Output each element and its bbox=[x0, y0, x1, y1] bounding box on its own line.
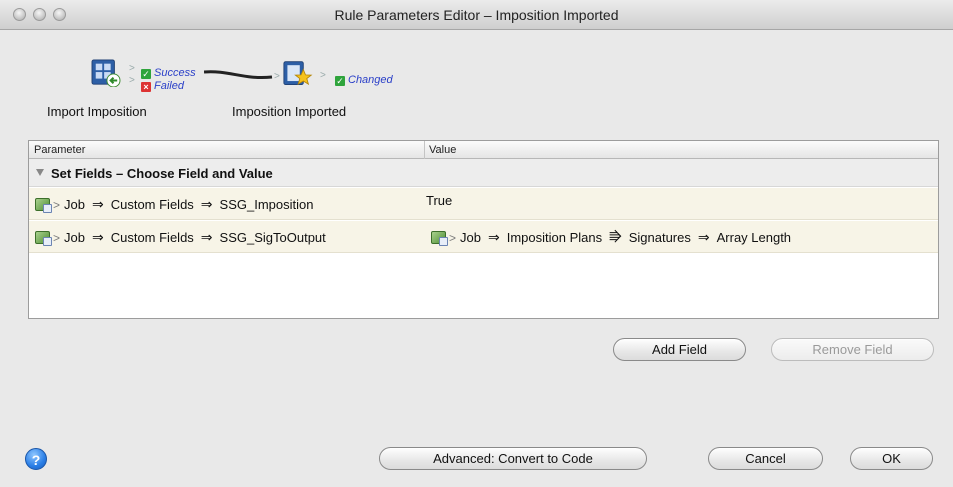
group-row-set-fields[interactable]: Set Fields – Choose Field and Value bbox=[29, 159, 938, 187]
flow-connector-line bbox=[204, 70, 273, 80]
input-arrow-icon: > bbox=[274, 71, 280, 82]
path-segment: Custom Fields bbox=[110, 197, 194, 212]
convert-to-code-button[interactable]: Advanced: Convert to Code bbox=[379, 447, 647, 470]
chevron-right-icon: > bbox=[53, 231, 61, 245]
node-imposition-imported-label: Imposition Imported bbox=[232, 104, 347, 119]
path-segment: Imposition Plans bbox=[506, 230, 603, 245]
table-row[interactable]: > Job ⇒ Custom Fields ⇒ SSG_Imposition True bbox=[29, 188, 938, 220]
path-segment: Job bbox=[64, 230, 85, 245]
column-header-value[interactable]: Value bbox=[429, 144, 456, 156]
node-import-imposition-label: Import Imposition bbox=[47, 104, 147, 119]
output-changed[interactable]: ✓ Changed bbox=[335, 74, 393, 86]
table-row[interactable]: > Job ⇒ Custom Fields ⇒ SSG_SigToOutput > Job ⇒… bbox=[29, 221, 938, 253]
parameter-cell[interactable]: > Job ⇒ Custom Fields ⇒ SSG_Imposition bbox=[35, 188, 313, 220]
add-field-button[interactable]: Add Field bbox=[613, 338, 746, 361]
table-header: Parameter Value bbox=[29, 141, 938, 159]
remove-field-button[interactable]: Remove Field bbox=[771, 338, 934, 361]
column-divider[interactable] bbox=[424, 141, 425, 159]
cancel-button[interactable]: Cancel bbox=[708, 447, 823, 470]
output-arrow-icon: > bbox=[129, 75, 135, 86]
path-segment: Custom Fields bbox=[110, 230, 194, 245]
parameter-table: Parameter Value Set Fields – Choose Fiel… bbox=[28, 140, 939, 319]
field-path-icon bbox=[35, 198, 52, 213]
column-header-parameter[interactable]: Parameter bbox=[34, 144, 85, 156]
array-arrow-icon: ⭆ bbox=[609, 229, 622, 245]
failed-x-icon: × bbox=[141, 82, 151, 92]
rule-flow-chain: > > ✓ Success × Failed > > ✓ Changed Import… bbox=[0, 30, 953, 130]
output-arrow-icon: > bbox=[320, 70, 326, 81]
path-segment: Job bbox=[460, 230, 481, 245]
import-imposition-icon[interactable] bbox=[91, 59, 121, 87]
changed-check-icon: ✓ bbox=[335, 76, 345, 86]
path-segment: Job bbox=[64, 197, 85, 212]
arrow-right-icon: ⇒ bbox=[91, 196, 104, 212]
success-check-icon: ✓ bbox=[141, 69, 151, 79]
arrow-right-icon: ⇒ bbox=[487, 229, 500, 245]
ok-button[interactable]: OK bbox=[850, 447, 933, 470]
path-segment: Array Length bbox=[716, 230, 792, 245]
output-success[interactable]: ✓ Success bbox=[141, 67, 196, 79]
window-title: Rule Parameters Editor – Imposition Impo… bbox=[334, 7, 619, 23]
chevron-right-icon: > bbox=[449, 231, 457, 245]
arrow-right-icon: ⇒ bbox=[697, 229, 710, 245]
value-cell[interactable]: > Job ⇒ Imposition Plans ⭆ Signatures ⇒ Array L… bbox=[431, 221, 791, 253]
help-icon[interactable]: ? bbox=[25, 448, 47, 470]
field-path-icon bbox=[35, 231, 52, 246]
imposition-imported-icon[interactable] bbox=[283, 60, 313, 88]
value-cell[interactable]: True bbox=[426, 188, 452, 220]
disclosure-triangle-icon[interactable] bbox=[36, 169, 44, 176]
field-path-icon bbox=[431, 231, 448, 246]
output-arrow-icon: > bbox=[129, 63, 135, 74]
path-segment: SSG_SigToOutput bbox=[219, 230, 326, 245]
rule-parameters-window: Rule Parameters Editor – Imposition Impo… bbox=[0, 0, 953, 487]
group-title: Set Fields – Choose Field and Value bbox=[51, 166, 273, 181]
arrow-right-icon: ⇒ bbox=[200, 196, 213, 212]
title-bar: Rule Parameters Editor – Imposition Impo… bbox=[0, 0, 953, 30]
arrow-right-icon: ⇒ bbox=[200, 229, 213, 245]
chevron-right-icon: > bbox=[53, 198, 61, 212]
output-failed[interactable]: × Failed bbox=[141, 80, 184, 92]
parameter-cell[interactable]: > Job ⇒ Custom Fields ⇒ SSG_SigToOutput bbox=[35, 221, 326, 253]
path-segment: Signatures bbox=[628, 230, 691, 245]
arrow-right-icon: ⇒ bbox=[91, 229, 104, 245]
path-segment: SSG_Imposition bbox=[219, 197, 314, 212]
